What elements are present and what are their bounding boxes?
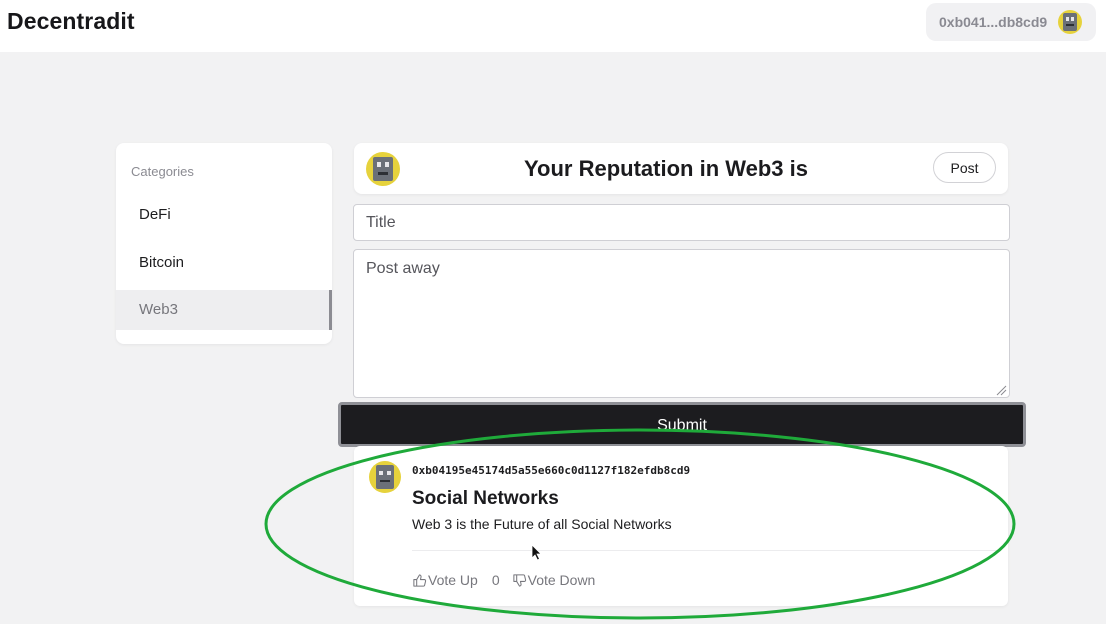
post-title: Social Networks: [412, 488, 559, 509]
sidebar-item-web3[interactable]: Web3: [116, 290, 332, 330]
top-header: Decentradit 0xb041...db8cd9: [0, 0, 1106, 52]
post-title-input[interactable]: [353, 204, 1010, 241]
sidebar-item-defi[interactable]: DeFi: [116, 195, 332, 235]
post-body: Web 3 is the Future of all Social Networ…: [412, 516, 672, 532]
vote-row: Vote Up 0 Vote Down: [412, 570, 595, 590]
vote-count: 0: [491, 572, 500, 588]
resize-handle-icon[interactable]: [995, 384, 1007, 396]
sidebar-title: Categories: [131, 164, 194, 179]
submit-button[interactable]: Submit: [338, 402, 1026, 447]
post-divider: [412, 550, 1000, 551]
reputation-bar: Your Reputation in Web3 is Post: [354, 143, 1008, 194]
reputation-text: Your Reputation in Web3 is: [524, 156, 808, 181]
sidebar-item-bitcoin[interactable]: Bitcoin: [116, 243, 332, 283]
post-body-textarea[interactable]: [353, 249, 1010, 398]
brand-title[interactable]: Decentradit: [7, 8, 135, 35]
categories-sidebar: Categories DeFi Bitcoin Web3: [116, 143, 332, 344]
wallet-address: 0xb041...db8cd9: [939, 14, 1048, 30]
vote-down-button[interactable]: Vote Down: [512, 572, 596, 588]
submit-button-label: Submit: [657, 417, 707, 434]
thumbs-up-icon: [413, 573, 427, 587]
wallet-avatar-icon: [1058, 10, 1082, 34]
mouse-cursor-icon: [531, 544, 542, 561]
vote-up-button[interactable]: Vote Up: [412, 572, 478, 588]
post-button[interactable]: Post: [933, 152, 996, 183]
vote-up-label: Vote Up: [428, 572, 478, 588]
post-author-avatar-icon: [369, 461, 401, 493]
post-card: 0xb04195e45174d5a55e660c0d1127f182efdb8c…: [354, 446, 1008, 606]
vote-down-label: Vote Down: [527, 572, 596, 588]
thumbs-down-icon: [512, 573, 526, 587]
wallet-button[interactable]: 0xb041...db8cd9: [926, 3, 1096, 41]
post-author-address: 0xb04195e45174d5a55e660c0d1127f182efdb8c…: [412, 464, 691, 477]
